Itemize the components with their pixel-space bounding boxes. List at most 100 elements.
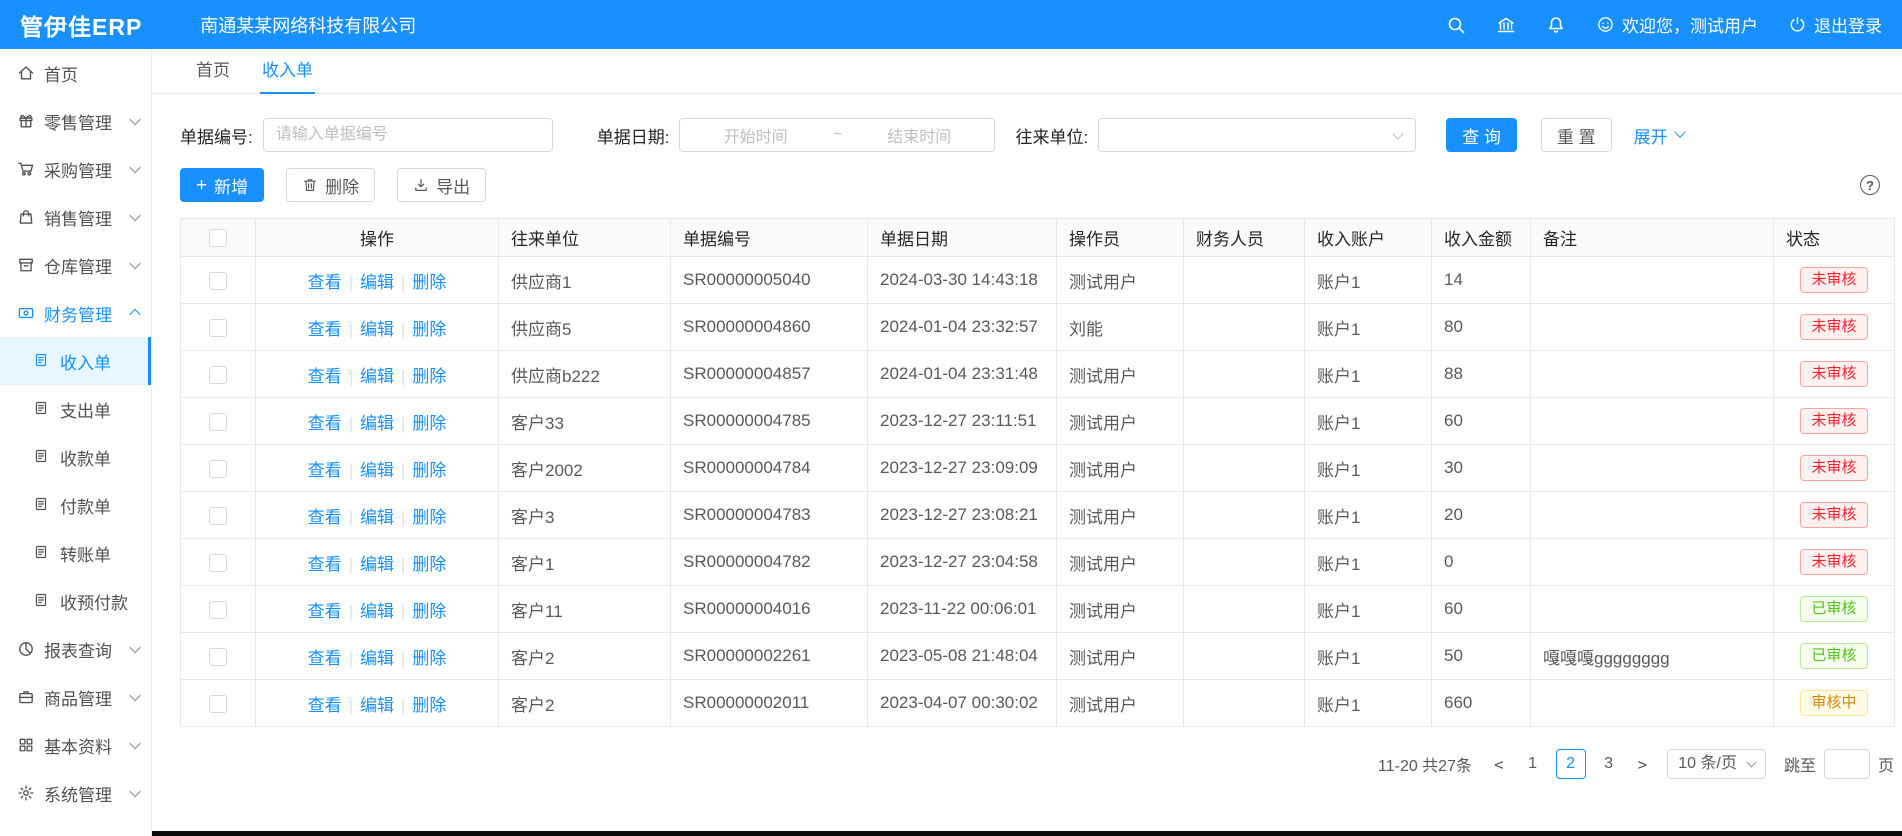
view-link[interactable]: 查看 [308, 367, 342, 386]
page-button-1[interactable]: 1 [1518, 749, 1548, 779]
help-icon[interactable]: ? [1860, 175, 1880, 195]
page-button-3[interactable]: 3 [1594, 749, 1624, 779]
sidebar-subitem-income[interactable]: 收入单 [0, 337, 151, 385]
edit-link[interactable]: 编辑 [360, 649, 394, 668]
delete-link[interactable]: 删除 [412, 555, 446, 574]
cell-amount: 60 [1432, 586, 1531, 633]
delete-link[interactable]: 删除 [412, 273, 446, 292]
page-button-2[interactable]: 2 [1556, 749, 1586, 779]
welcome-user[interactable]: 欢迎您，测试用户 [1596, 12, 1758, 37]
search-icon[interactable] [1446, 15, 1466, 35]
search-button[interactable]: 查 询 [1446, 118, 1517, 152]
row-checkbox[interactable] [209, 319, 227, 337]
sidebar-subitem-payment[interactable]: 付款单 [0, 481, 151, 529]
row-checkbox[interactable] [209, 695, 227, 713]
row-checkbox[interactable] [209, 413, 227, 431]
delete-link[interactable]: 删除 [412, 649, 446, 668]
view-link[interactable]: 查看 [308, 273, 342, 292]
page-size-select[interactable]: 10 条/页 [1667, 749, 1766, 779]
tab-income[interactable]: 收入单 [246, 49, 329, 93]
document-icon [33, 496, 51, 514]
next-page-button[interactable]: > [1632, 755, 1654, 774]
delete-link[interactable]: 删除 [412, 696, 446, 715]
delete-link[interactable]: 删除 [412, 461, 446, 480]
sidebar-item-retail[interactable]: 零售管理 [0, 97, 151, 145]
row-checkbox[interactable] [209, 648, 227, 666]
edit-link[interactable]: 编辑 [360, 461, 394, 480]
cell-bill-number: SR00000004860 [671, 304, 868, 351]
sidebar-item-system[interactable]: 系统管理 [0, 769, 151, 817]
view-link[interactable]: 查看 [308, 320, 342, 339]
edit-link[interactable]: 编辑 [360, 414, 394, 433]
edit-link[interactable]: 编辑 [360, 508, 394, 527]
reset-button[interactable]: 重 置 [1541, 118, 1612, 152]
logout-button[interactable]: 退出登录 [1788, 12, 1882, 37]
view-link[interactable]: 查看 [308, 555, 342, 574]
row-checkbox[interactable] [209, 601, 227, 619]
prev-page-button[interactable]: < [1488, 755, 1510, 774]
sidebar-subitem-receipt[interactable]: 收款单 [0, 433, 151, 481]
sidebar-item-finance[interactable]: 财务管理 [0, 289, 151, 337]
export-button[interactable]: 导出 [397, 168, 486, 202]
sidebar-item-home[interactable]: 首页 [0, 49, 151, 97]
cell-bill-date: 2024-03-30 14:43:18 [868, 257, 1057, 304]
bell-icon[interactable] [1546, 15, 1566, 35]
sidebar-item-base[interactable]: 基本资料 [0, 721, 151, 769]
sidebar-item-sales[interactable]: 销售管理 [0, 193, 151, 241]
cell-operator: 测试用户 [1057, 351, 1184, 398]
page-numbers: 123 [1518, 749, 1624, 779]
cell-operator: 刘能 [1057, 304, 1184, 351]
view-link[interactable]: 查看 [308, 461, 342, 480]
cell-bill-date: 2023-04-07 00:30:02 [868, 680, 1057, 727]
row-checkbox[interactable] [209, 366, 227, 384]
bank-icon[interactable] [1496, 15, 1516, 35]
view-link[interactable]: 查看 [308, 414, 342, 433]
date-range-picker[interactable]: 开始时间 ~ 结束时间 [679, 118, 995, 152]
edit-link[interactable]: 编辑 [360, 273, 394, 292]
sidebar-item-purchase[interactable]: 采购管理 [0, 145, 151, 193]
row-checkbox[interactable] [209, 460, 227, 478]
row-checkbox[interactable] [209, 554, 227, 572]
sidebar-subitem-transfer[interactable]: 转账单 [0, 529, 151, 577]
tab-home[interactable]: 首页 [180, 49, 246, 93]
sidebar-item-goods[interactable]: 商品管理 [0, 673, 151, 721]
chevron-down-icon [129, 258, 140, 269]
sidebar-item-warehouse[interactable]: 仓库管理 [0, 241, 151, 289]
row-checkbox[interactable] [209, 507, 227, 525]
row-checkbox[interactable] [209, 272, 227, 290]
partner-select[interactable] [1098, 118, 1416, 152]
goods-icon [17, 688, 35, 706]
add-button[interactable]: + 新增 [180, 168, 264, 202]
jump-input[interactable] [1824, 749, 1870, 779]
edit-link[interactable]: 编辑 [360, 602, 394, 621]
cell-amount: 14 [1432, 257, 1531, 304]
select-all-checkbox[interactable] [209, 229, 227, 247]
expand-link[interactable]: 展开 [1634, 123, 1684, 148]
cell-operator: 测试用户 [1057, 257, 1184, 304]
chevron-down-icon [129, 210, 140, 221]
edit-link[interactable]: 编辑 [360, 320, 394, 339]
delete-link[interactable]: 删除 [412, 320, 446, 339]
delete-button-label: 删除 [325, 173, 359, 198]
sidebar-subitem-expense[interactable]: 支出单 [0, 385, 151, 433]
edit-link[interactable]: 编辑 [360, 555, 394, 574]
sidebar-subitem-prepaid[interactable]: 收预付款 [0, 577, 151, 625]
delete-link[interactable]: 删除 [412, 602, 446, 621]
delete-link[interactable]: 删除 [412, 367, 446, 386]
cell-checkbox [181, 586, 256, 633]
view-link[interactable]: 查看 [308, 602, 342, 621]
cell-account: 账户1 [1305, 680, 1432, 727]
edit-link[interactable]: 编辑 [360, 696, 394, 715]
sidebar-item-report[interactable]: 报表查询 [0, 625, 151, 673]
view-link[interactable]: 查看 [308, 696, 342, 715]
edit-link[interactable]: 编辑 [360, 367, 394, 386]
view-link[interactable]: 查看 [308, 508, 342, 527]
cell-status: 未审核 [1774, 445, 1895, 492]
divider: | [401, 508, 405, 527]
bill-number-input[interactable] [263, 118, 553, 152]
delete-link[interactable]: 删除 [412, 508, 446, 527]
cell-bill-date: 2023-05-08 21:48:04 [868, 633, 1057, 680]
delete-button[interactable]: 删除 [286, 168, 375, 202]
view-link[interactable]: 查看 [308, 649, 342, 668]
delete-link[interactable]: 删除 [412, 414, 446, 433]
